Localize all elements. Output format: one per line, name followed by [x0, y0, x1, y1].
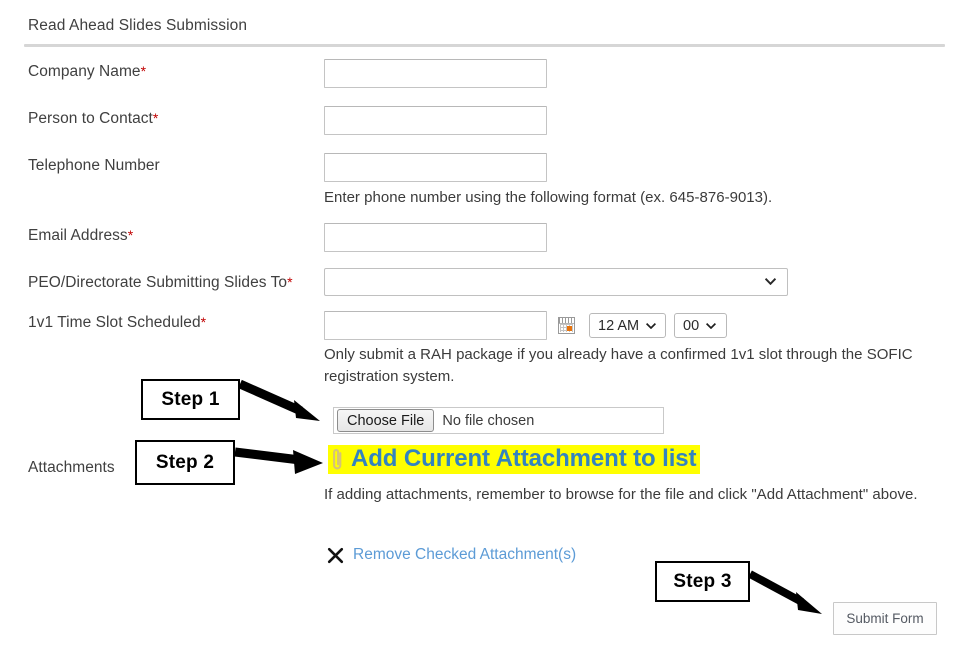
x-mark-icon: [327, 547, 344, 563]
chevron-down-icon: [765, 278, 776, 285]
time-slot-date-input[interactable]: [324, 311, 547, 340]
label-attachments-text: Attachments: [28, 459, 115, 476]
required-asterisk: *: [127, 227, 134, 243]
peo-directorate-select[interactable]: [324, 268, 788, 296]
label-company-name: Company Name*: [28, 63, 146, 81]
submit-form-button[interactable]: Submit Form: [833, 602, 937, 635]
label-person-to-contact: Person to Contact*: [28, 110, 158, 128]
label-telephone-number-text: Telephone Number: [28, 157, 160, 174]
file-status-text: No file chosen: [442, 412, 535, 429]
telephone-number-input[interactable]: [324, 153, 547, 182]
remove-attachment-link[interactable]: Remove Checked Attachment(s): [353, 546, 576, 564]
label-email-address-text: Email Address: [28, 227, 128, 244]
add-attachment-link[interactable]: Add Current Attachment to list: [351, 446, 697, 472]
page-title: Read Ahead Slides Submission: [28, 17, 248, 34]
label-person-to-contact-text: Person to Contact: [28, 110, 153, 127]
required-asterisk: *: [152, 110, 159, 126]
file-input-row[interactable]: Choose File No file chosen: [333, 407, 664, 434]
timeslot-helper: Only submit a RAH package if you already…: [324, 346, 913, 385]
choose-file-button[interactable]: Choose File: [337, 409, 435, 432]
attachment-helper: If adding attachments, remember to brows…: [324, 486, 918, 503]
label-attachments: Attachments: [28, 459, 115, 477]
label-telephone-number: Telephone Number: [28, 157, 160, 175]
title-divider: [24, 44, 945, 47]
chevron-down-icon: [706, 322, 717, 329]
annotation-arrow-step-1: [238, 379, 320, 421]
chevron-down-icon: [646, 322, 657, 329]
phone-format-helper: Enter phone number using the following f…: [324, 189, 773, 206]
annotation-arrow-step-2: [234, 447, 323, 474]
label-time-slot-text: 1v1 Time Slot Scheduled: [28, 314, 201, 331]
hour-select[interactable]: 12 AM: [589, 313, 666, 338]
email-address-input[interactable]: [324, 223, 547, 252]
add-attachment-link-row[interactable]: Add Current Attachment to list: [328, 445, 701, 474]
label-peo-directorate-text: PEO/Directorate Submitting Slides To: [28, 274, 288, 291]
minute-select-value: 00: [683, 317, 700, 334]
required-asterisk: *: [287, 274, 293, 290]
calendar-accent-dot: [567, 326, 572, 331]
person-to-contact-input[interactable]: [324, 106, 547, 135]
minute-select[interactable]: 00: [674, 313, 727, 338]
label-email-address: Email Address*: [28, 227, 133, 245]
hour-select-value: 12 AM: [598, 317, 640, 334]
remove-attachment-row[interactable]: Remove Checked Attachment(s): [327, 546, 576, 564]
annotation-step-2: Step 2: [135, 440, 235, 485]
annotation-step-3: Step 3: [655, 561, 750, 602]
required-asterisk: *: [140, 63, 147, 79]
label-time-slot: 1v1 Time Slot Scheduled*: [28, 314, 206, 332]
company-name-input[interactable]: [324, 59, 547, 88]
required-asterisk: *: [200, 314, 207, 330]
annotation-arrow-step-3: [748, 570, 822, 614]
label-peo-directorate: PEO/Directorate Submitting Slides To*: [28, 274, 293, 292]
label-company-name-text: Company Name: [28, 63, 141, 80]
calendar-icon[interactable]: [558, 317, 575, 334]
annotation-step-1: Step 1: [141, 379, 240, 420]
